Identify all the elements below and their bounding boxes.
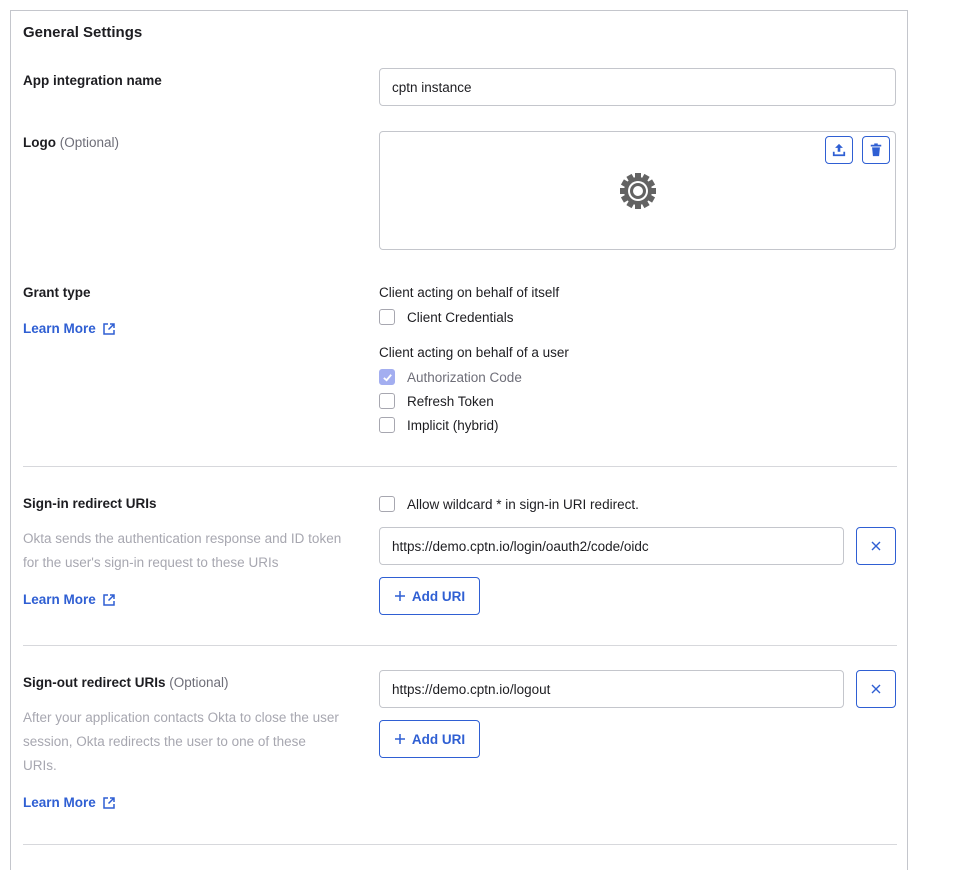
plus-icon	[394, 734, 405, 744]
signout-add-uri-button[interactable]: Add URI	[379, 720, 480, 758]
signout-learn-more-link[interactable]: Learn More	[23, 795, 116, 810]
close-icon	[871, 541, 881, 551]
grant-group-self-title: Client acting on behalf of itself	[379, 285, 560, 300]
logo-label-text: Logo	[23, 135, 56, 150]
signin-add-uri-button[interactable]: Add URI	[379, 577, 480, 615]
plus-icon	[394, 591, 405, 601]
learn-more-text: Learn More	[23, 592, 96, 607]
checkbox[interactable]	[379, 496, 395, 512]
signout-uri-value: https://demo.cptn.io/logout	[392, 681, 551, 697]
checkmark-icon	[382, 373, 392, 382]
gear-icon	[619, 172, 657, 210]
add-uri-label: Add URI	[411, 731, 466, 747]
signin-learn-more-link[interactable]: Learn More	[23, 592, 116, 607]
signout-uris-label: Sign-out redirect URIs (Optional)	[23, 675, 229, 690]
external-link-icon	[103, 593, 115, 606]
general-settings-panel: General Settings App integration name cp…	[10, 10, 908, 870]
grant-type-label: Grant type	[23, 285, 91, 300]
checkbox-label: Refresh Token	[407, 393, 494, 409]
app-name-value: cptn instance	[392, 79, 472, 95]
upload-logo-button[interactable]	[825, 136, 853, 164]
close-icon	[871, 684, 881, 694]
signin-uri-value: https://demo.cptn.io/login/oauth2/code/o…	[392, 538, 649, 554]
signin-uri-input[interactable]: https://demo.cptn.io/login/oauth2/code/o…	[379, 527, 844, 565]
signout-uris-description: After your application contacts Okta to …	[23, 710, 339, 773]
signout-uri-input[interactable]: https://demo.cptn.io/logout	[379, 670, 844, 708]
signin-uris-label: Sign-in redirect URIs	[23, 496, 157, 511]
checkbox-label: Client Credentials	[407, 309, 514, 325]
checkbox-label: Authorization Code	[407, 369, 522, 385]
allow-wildcard-checkbox[interactable]: Allow wildcard * in sign-in URI redirect…	[379, 492, 639, 516]
grant-group-user-title: Client acting on behalf of a user	[379, 345, 569, 360]
checkbox-label: Allow wildcard * in sign-in URI redirect…	[407, 496, 639, 512]
checkbox[interactable]	[379, 309, 395, 325]
checkbox[interactable]	[379, 417, 395, 433]
remove-signout-uri-button[interactable]	[856, 670, 896, 708]
grant-option-refresh-token[interactable]: Refresh Token	[379, 389, 494, 413]
section-title: General Settings	[23, 24, 143, 41]
learn-more-text: Learn More	[23, 321, 96, 336]
trash-icon	[870, 143, 882, 157]
external-link-icon	[103, 322, 115, 335]
divider	[23, 466, 897, 467]
grant-option-client-credentials[interactable]: Client Credentials	[379, 305, 514, 329]
app-name-label: App integration name	[23, 73, 162, 88]
learn-more-text: Learn More	[23, 795, 96, 810]
logo-optional: (Optional)	[59, 135, 120, 150]
grant-option-authorization-code[interactable]: Authorization Code	[379, 365, 522, 389]
divider	[23, 844, 897, 845]
checkbox-checked-disabled[interactable]	[379, 369, 395, 385]
grant-type-learn-more-link[interactable]: Learn More	[23, 321, 116, 336]
signout-label-text: Sign-out redirect URIs	[23, 675, 166, 690]
checkbox[interactable]	[379, 393, 395, 409]
logo-label: Logo (Optional)	[23, 135, 119, 150]
logo-dropzone[interactable]	[379, 131, 896, 250]
external-link-icon	[103, 796, 115, 809]
checkbox-label: Implicit (hybrid)	[407, 417, 499, 433]
remove-signin-uri-button[interactable]	[856, 527, 896, 565]
upload-icon	[832, 143, 846, 157]
app-name-input[interactable]: cptn instance	[379, 68, 896, 106]
delete-logo-button[interactable]	[862, 136, 890, 164]
add-uri-label: Add URI	[411, 588, 466, 604]
grant-option-implicit-hybrid[interactable]: Implicit (hybrid)	[379, 413, 499, 437]
divider	[23, 645, 897, 646]
signout-optional: (Optional)	[169, 675, 229, 690]
signin-uris-description: Okta sends the authentication response a…	[23, 531, 342, 570]
